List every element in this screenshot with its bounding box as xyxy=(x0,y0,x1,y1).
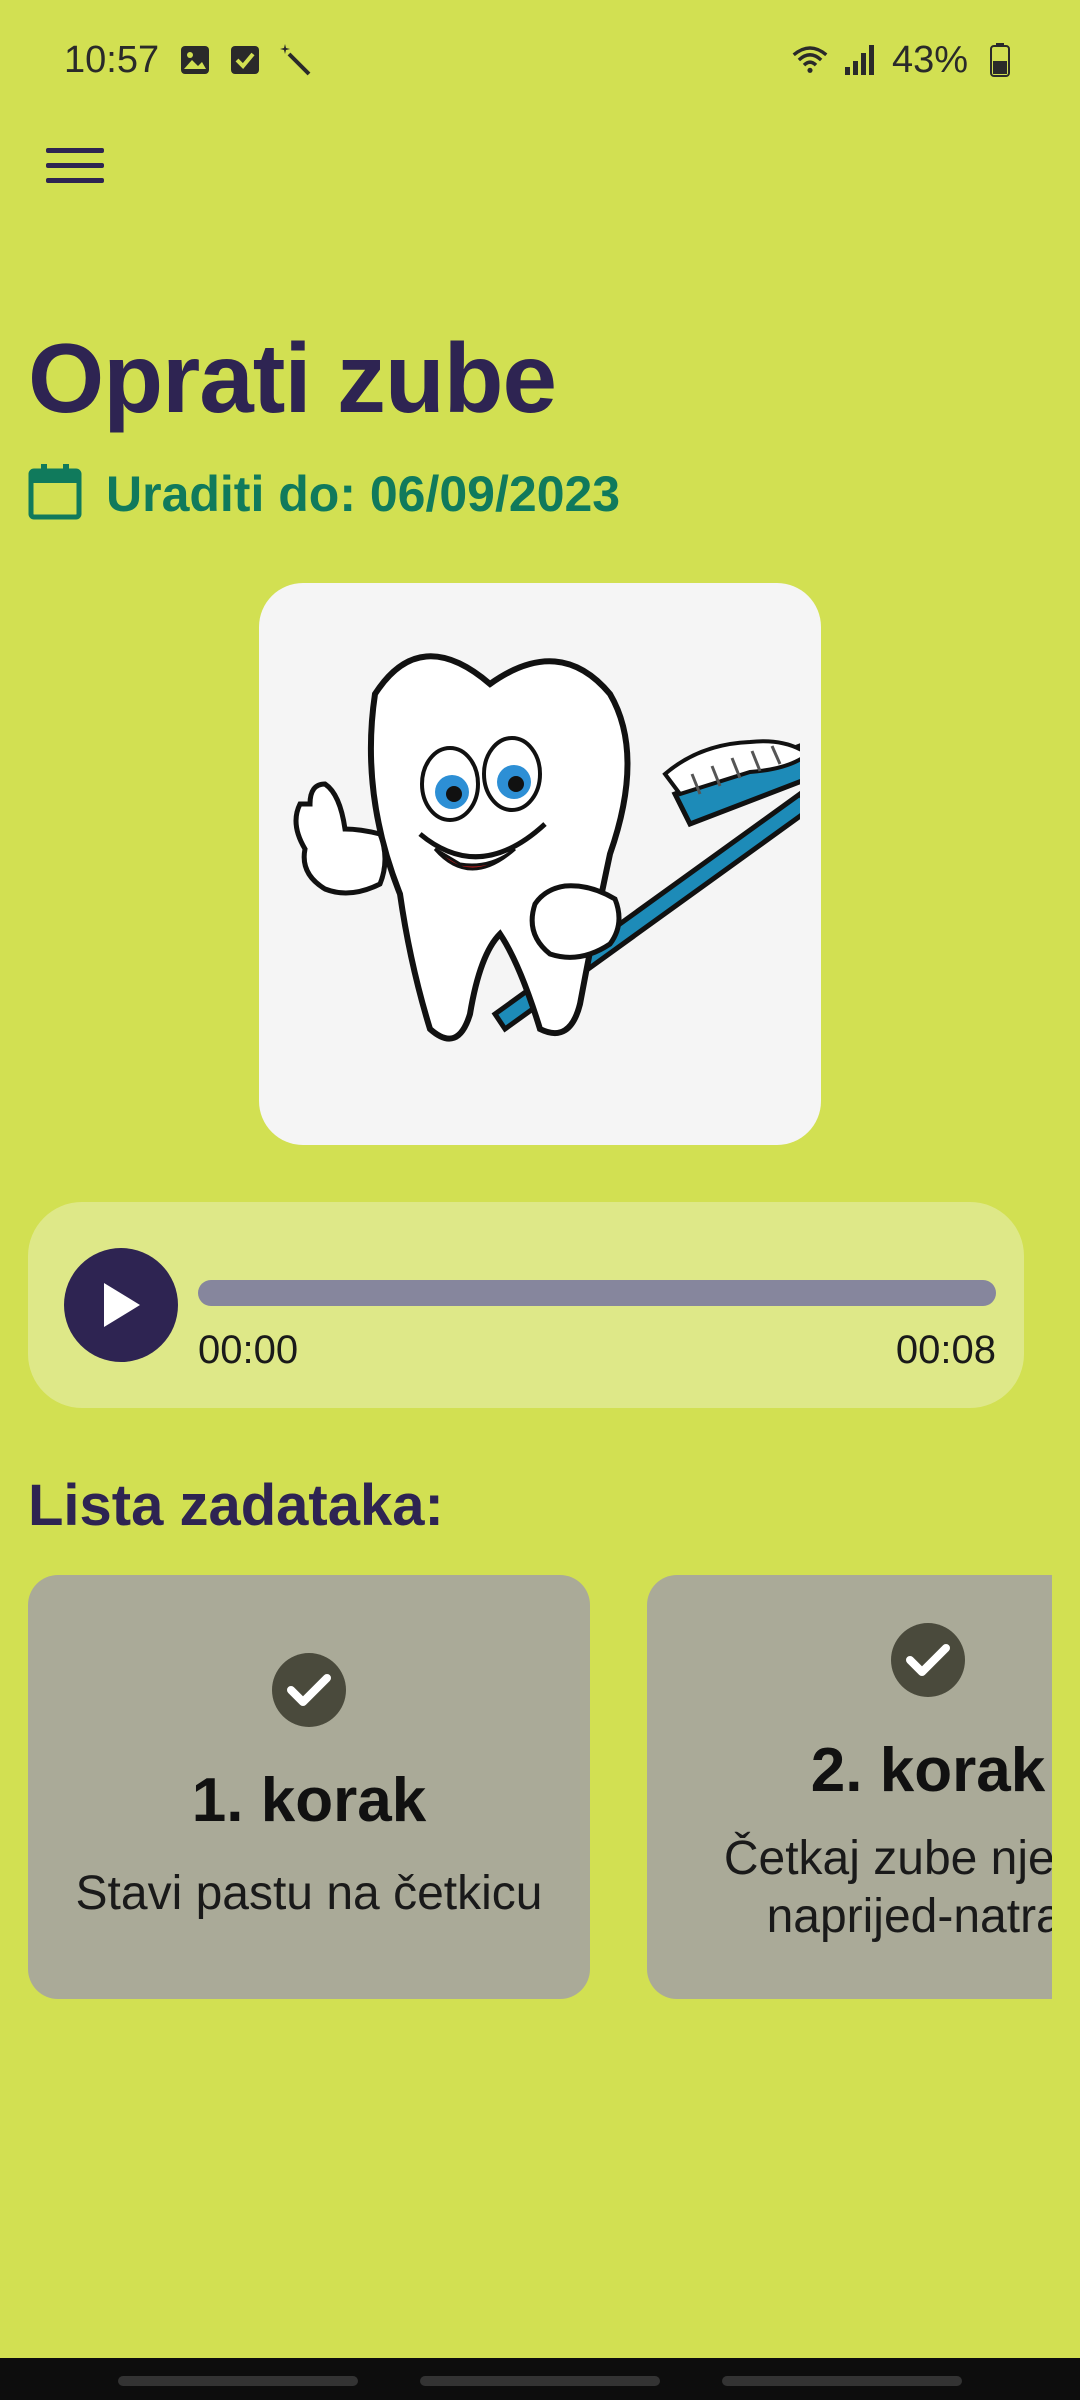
battery-percentage: 43% xyxy=(891,38,968,81)
menu-line xyxy=(46,177,104,183)
play-button[interactable] xyxy=(64,1248,178,1362)
step-number: 2. korak xyxy=(810,1736,1046,1805)
status-bar: 10:57 43% xyxy=(0,0,1080,120)
wifi-icon xyxy=(792,42,828,78)
check-circle-icon xyxy=(891,1623,965,1697)
task-image xyxy=(259,583,821,1145)
nav-back-button[interactable] xyxy=(722,2376,962,2386)
status-time: 10:57 xyxy=(64,38,160,81)
step-card[interactable]: 1. korak Stavi pastu na četkicu xyxy=(28,1575,590,1999)
step-description: Četkaj zube nježno naprijed-natrag xyxy=(723,1832,1052,1943)
image-icon xyxy=(177,42,213,78)
status-right: 43% xyxy=(792,39,1018,82)
audio-total-time: 00:08 xyxy=(895,1328,996,1372)
audio-current-time: 00:00 xyxy=(198,1328,299,1372)
page-title: Oprati zube xyxy=(28,323,557,433)
menu-line xyxy=(46,162,104,168)
magic-wand-icon xyxy=(277,42,313,78)
checkbox-icon xyxy=(227,42,263,78)
nav-home-button[interactable] xyxy=(420,2376,660,2386)
nav-recents-button[interactable] xyxy=(118,2376,358,2386)
due-date-label: Uraditi do: 06/09/2023 xyxy=(106,465,621,522)
play-icon xyxy=(104,1283,140,1327)
steps-carousel[interactable]: 1. korak Stavi pastu na četkicu 2. korak… xyxy=(28,1575,1052,2000)
audio-player: 00:00 00:08 xyxy=(28,1202,1024,1408)
due-date-row: Uraditi do: 06/09/2023 xyxy=(28,462,620,525)
system-navigation-bar xyxy=(0,2358,1080,2400)
hamburger-menu-icon[interactable] xyxy=(40,130,110,200)
status-left: 10:57 xyxy=(64,39,313,82)
menu-line xyxy=(46,147,104,153)
check-circle-icon xyxy=(272,1653,346,1727)
step-number: 1. korak xyxy=(191,1766,427,1835)
steps-section-title: Lista zadataka: xyxy=(28,1473,444,1538)
battery-icon xyxy=(982,42,1018,78)
tooth-brush-illustration xyxy=(293,653,800,1042)
step-card[interactable]: 2. korak Četkaj zube nježno naprijed-nat… xyxy=(647,1575,1052,1999)
step-description: Stavi pastu na četkicu xyxy=(75,1867,543,1920)
calendar-icon xyxy=(28,462,82,525)
signal-icon xyxy=(842,42,878,78)
audio-progress-bar[interactable] xyxy=(198,1280,996,1306)
